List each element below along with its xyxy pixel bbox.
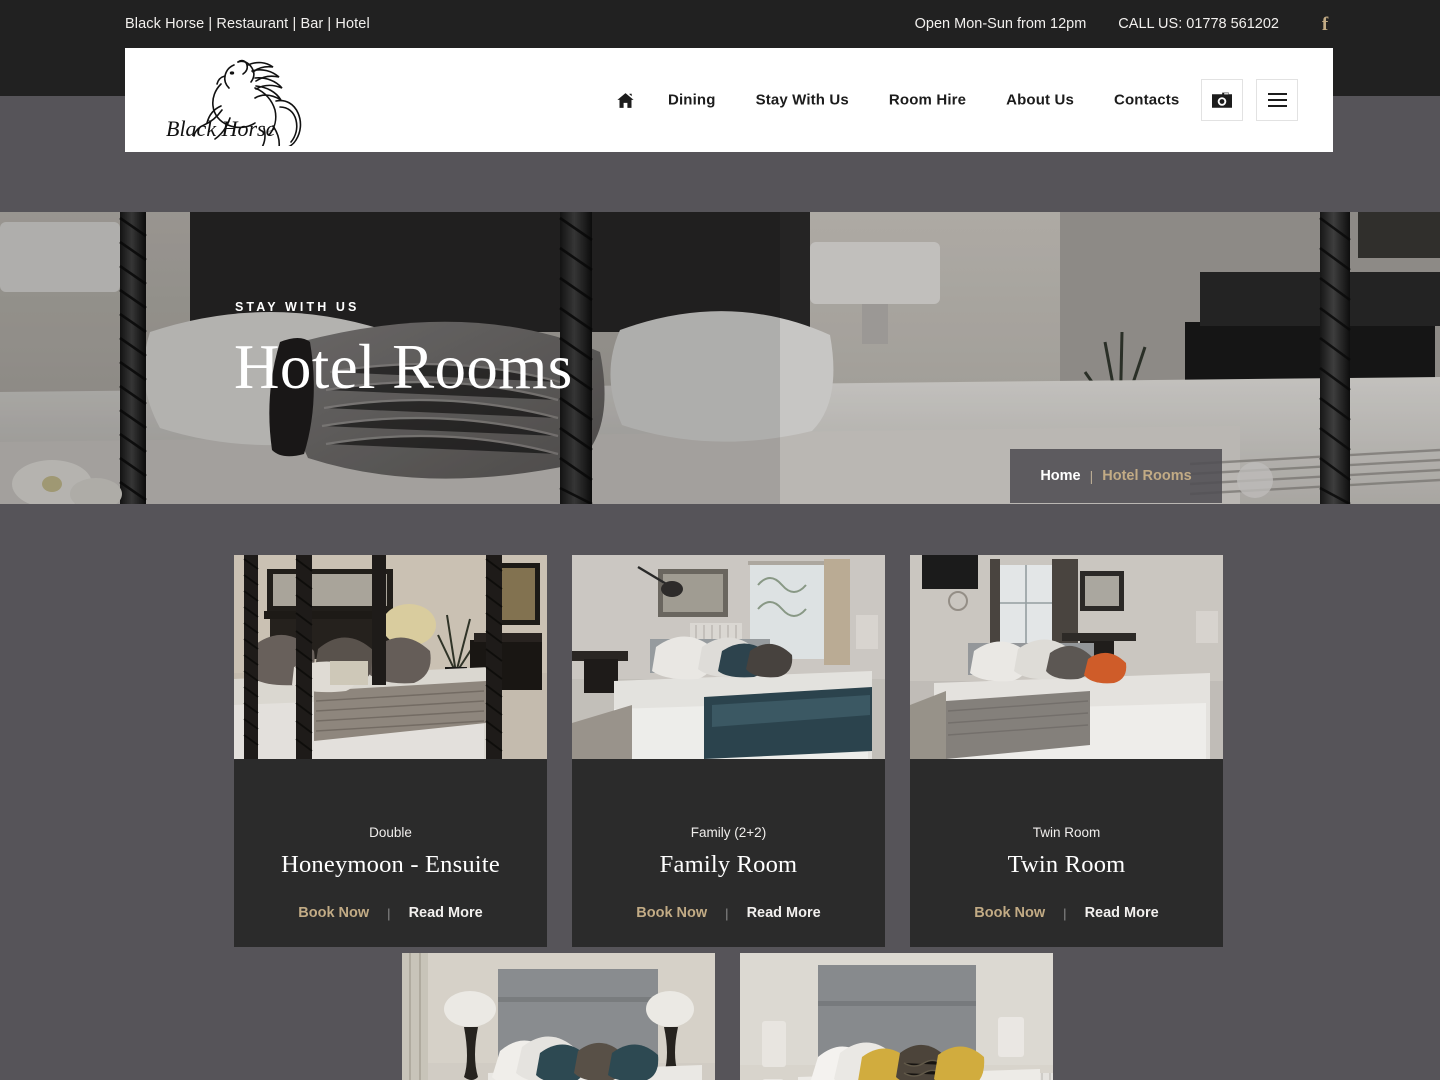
room-card[interactable]: P (910, 555, 1223, 947)
nav-item-room-hire[interactable]: Room Hire (869, 92, 986, 109)
room-card-grid-row-2 (402, 953, 1053, 1080)
room-photo-teal-bedroom[interactable] (402, 953, 715, 1080)
room-card-body: Family (2+2) Family Room Book Now | Read… (572, 759, 885, 947)
read-more-link[interactable]: Read More (1085, 905, 1159, 921)
room-photo-honeymoon[interactable]: P (234, 555, 547, 759)
breadcrumb-current: Hotel Rooms (1102, 468, 1192, 484)
room-card-links: Book Now | Read More (588, 905, 869, 921)
room-type: Family (2+2) (690, 825, 767, 840)
room-photo-family[interactable]: P (572, 555, 885, 759)
read-more-link[interactable]: Read More (747, 905, 821, 921)
main-header: Black Horse Dining Stay With Us Room Hir… (125, 48, 1333, 152)
menu-button[interactable] (1256, 79, 1298, 121)
facebook-icon[interactable]: f (1317, 14, 1333, 34)
nav-item-about-us[interactable]: About Us (986, 92, 1094, 109)
main-navigation: Dining Stay With Us Room Hire About Us C… (603, 92, 1199, 109)
breadcrumb-separator: | (1089, 468, 1094, 484)
room-card-body: Double Honeymoon - Ensuite Book Now | Re… (234, 759, 547, 947)
gallery-button[interactable] (1201, 79, 1243, 121)
room-name: Twin Room (1007, 851, 1126, 878)
top-bar-contact-group: Open Mon-Sun from 12pm CALL US: 01778 56… (915, 14, 1333, 34)
room-card-links: Book Now | Read More (250, 905, 531, 921)
room-type: Twin Room (1032, 825, 1101, 840)
opening-hours: Open Mon-Sun from 12pm (914, 16, 1087, 32)
top-utility-bar-inner: Black Horse | Restaurant | Bar | Hotel O… (125, 0, 1333, 48)
home-icon (617, 92, 634, 108)
nav-item-stay-with-us[interactable]: Stay With Us (736, 92, 869, 109)
room-card-links: Book Now | Read More (926, 905, 1207, 921)
book-now-link[interactable]: Book Now (636, 905, 707, 921)
breadcrumb-home[interactable]: Home (1040, 468, 1080, 484)
room-type: Double (369, 825, 412, 840)
room-card-body: Twin Room Twin Room Book Now | Read More (910, 759, 1223, 947)
camera-icon (1211, 91, 1233, 110)
svg-text:Black Horse: Black Horse (166, 116, 276, 141)
hero-bedroom-photo (0, 212, 1440, 504)
phone-number: CALL US: 01778 561202 (1118, 16, 1279, 32)
room-photo-yellow-bedroom[interactable] (740, 953, 1053, 1080)
room-card[interactable]: P (234, 555, 547, 947)
link-separator: | (725, 905, 729, 921)
room-name: Family Room (659, 851, 798, 878)
nav-item-home[interactable] (603, 92, 648, 108)
room-name: Honeymoon - Ensuite (281, 851, 500, 878)
book-now-link[interactable]: Book Now (298, 905, 369, 921)
book-now-link[interactable]: Book Now (974, 905, 1045, 921)
link-separator: | (1063, 905, 1067, 921)
room-card[interactable]: P (572, 555, 885, 947)
page-title: Hotel Rooms (234, 332, 573, 402)
room-photo-twin[interactable]: P (910, 555, 1223, 759)
black-horse-logo[interactable]: Black Horse (160, 54, 335, 146)
hamburger-menu-icon (1267, 93, 1287, 107)
breadcrumb: Home | Hotel Rooms (1010, 449, 1222, 503)
nav-item-contacts[interactable]: Contacts (1094, 92, 1199, 109)
room-card-grid: P (234, 555, 1223, 947)
link-separator: | (387, 905, 391, 921)
site-tagline: Black Horse | Restaurant | Bar | Hotel (125, 16, 370, 32)
nav-item-dining[interactable]: Dining (648, 92, 736, 109)
read-more-link[interactable]: Read More (409, 905, 483, 921)
header-action-buttons (1201, 79, 1298, 121)
hero-banner: STAY WITH US Hotel Rooms Home | Hotel Ro… (0, 212, 1440, 504)
hero-eyebrow: STAY WITH US (235, 300, 360, 314)
